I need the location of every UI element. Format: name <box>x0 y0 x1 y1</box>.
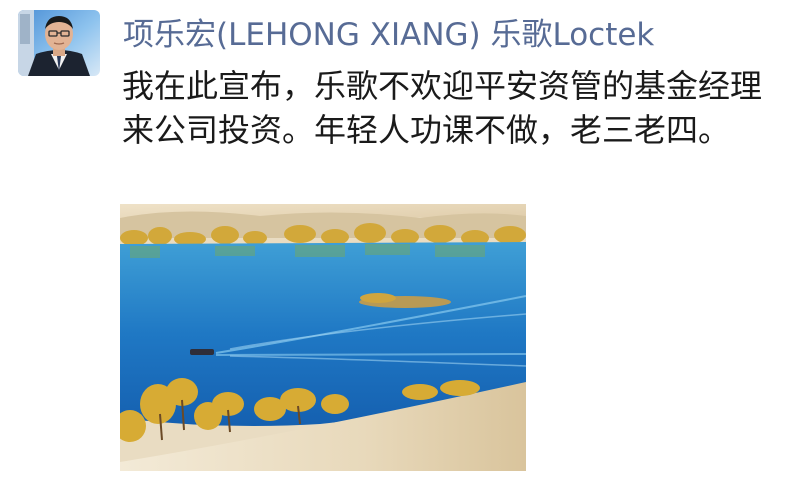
moments-post: 项乐宏(LEHONG XIANG) 乐歌Loctek 我在此宣布，乐歌不欢迎平安… <box>0 0 800 498</box>
desert-lake-photo <box>120 204 526 471</box>
post-content: 我在此宣布，乐歌不欢迎平安资管的基金经理来公司投资。年轻人功课不做，老三老四。 <box>122 67 763 149</box>
avatar-photo <box>18 10 100 76</box>
post-image[interactable] <box>120 204 526 471</box>
author-name[interactable]: 项乐宏(LEHONG XIANG) 乐歌Loctek <box>123 13 654 57</box>
avatar[interactable] <box>18 10 100 76</box>
